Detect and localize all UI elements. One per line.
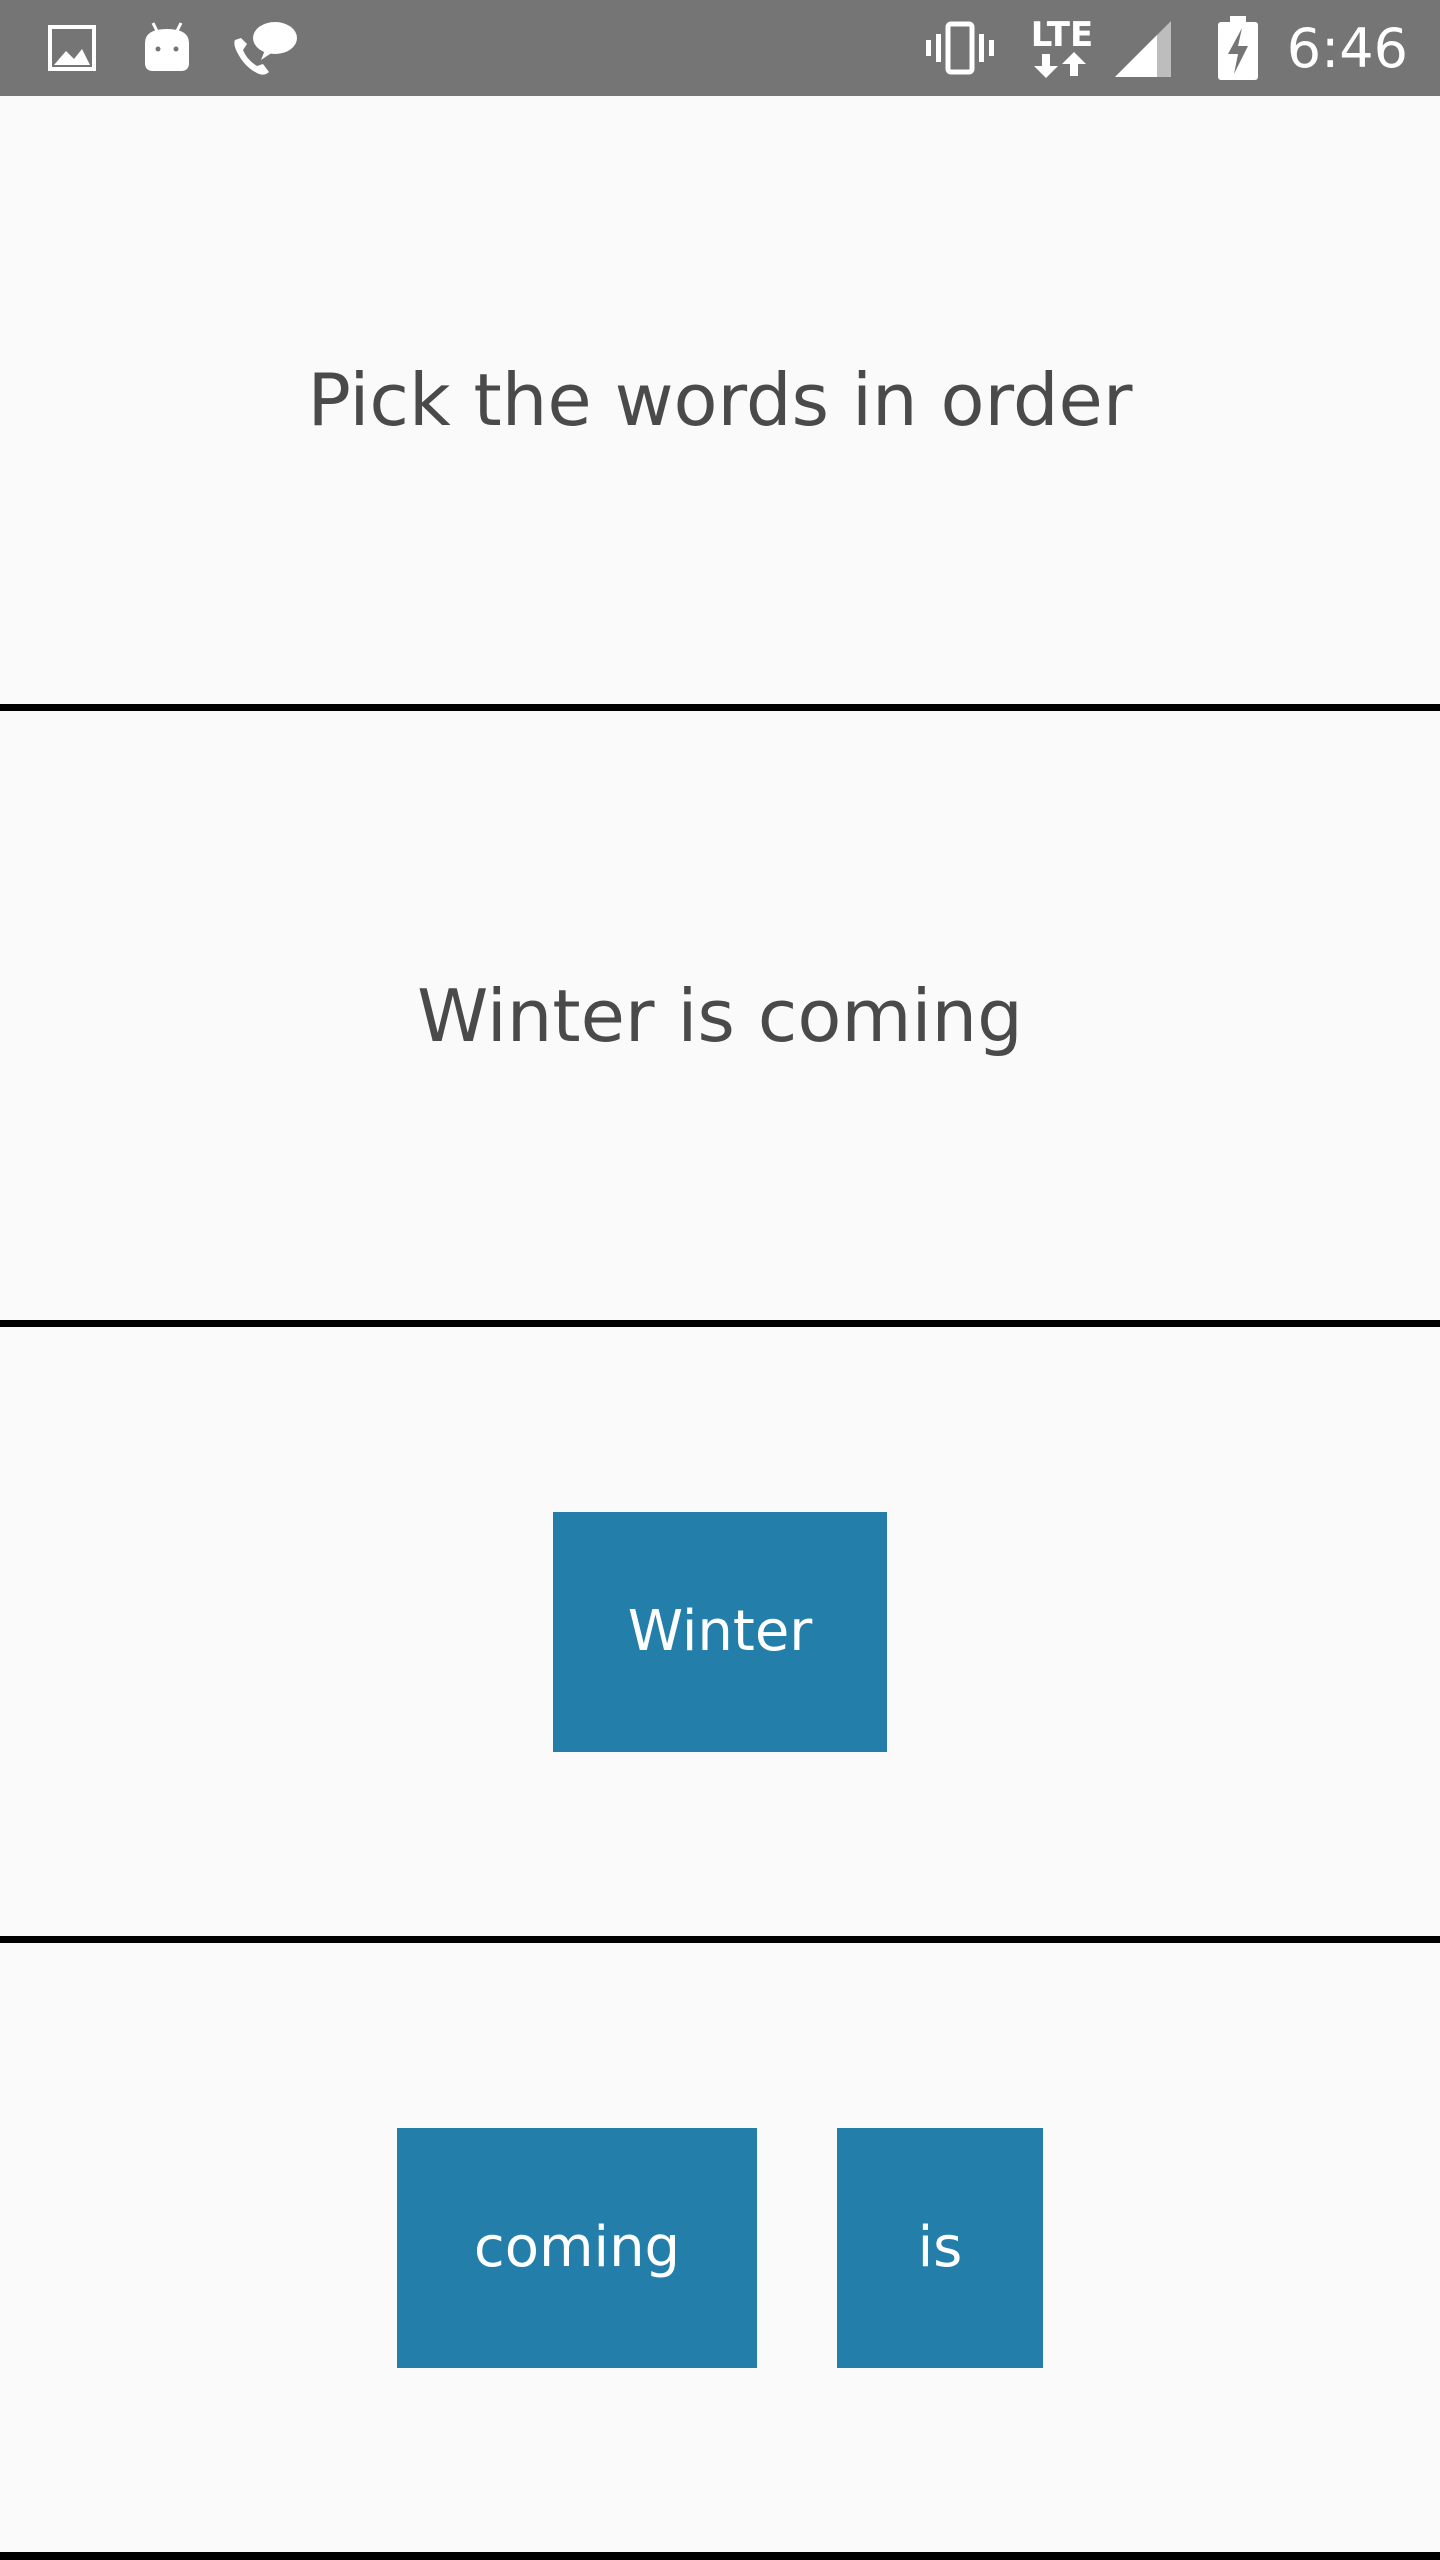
word-bank: coming is	[0, 1943, 1440, 2552]
answer-word-button[interactable]: Winter	[553, 1511, 887, 1752]
lte-label: LTE	[1030, 15, 1094, 55]
word-bank-button-coming[interactable]: coming	[397, 2127, 757, 2368]
phone-chat-icon	[228, 0, 300, 96]
signal-icon	[1112, 0, 1174, 96]
status-time: 6:46	[1286, 16, 1408, 80]
divider	[0, 2552, 1440, 2560]
android-icon	[140, 0, 194, 96]
vibrate-icon	[922, 0, 998, 96]
target-sentence-text: Winter is coming	[417, 973, 1023, 1058]
answer-area: Winter	[0, 1327, 1440, 1936]
target-sentence-section: Winter is coming	[0, 711, 1440, 1320]
lte-data-icon: LTE	[1026, 0, 1098, 96]
word-bank-button-is[interactable]: is	[837, 2127, 1043, 2368]
divider	[0, 704, 1440, 711]
image-icon	[46, 0, 98, 96]
divider	[0, 1320, 1440, 1327]
battery-charging-icon	[1216, 0, 1260, 96]
divider	[0, 1936, 1440, 1943]
instruction-text: Pick the words in order	[307, 358, 1133, 442]
instruction-section: Pick the words in order	[0, 96, 1440, 704]
status-bar: LTE 6:46	[0, 0, 1440, 96]
